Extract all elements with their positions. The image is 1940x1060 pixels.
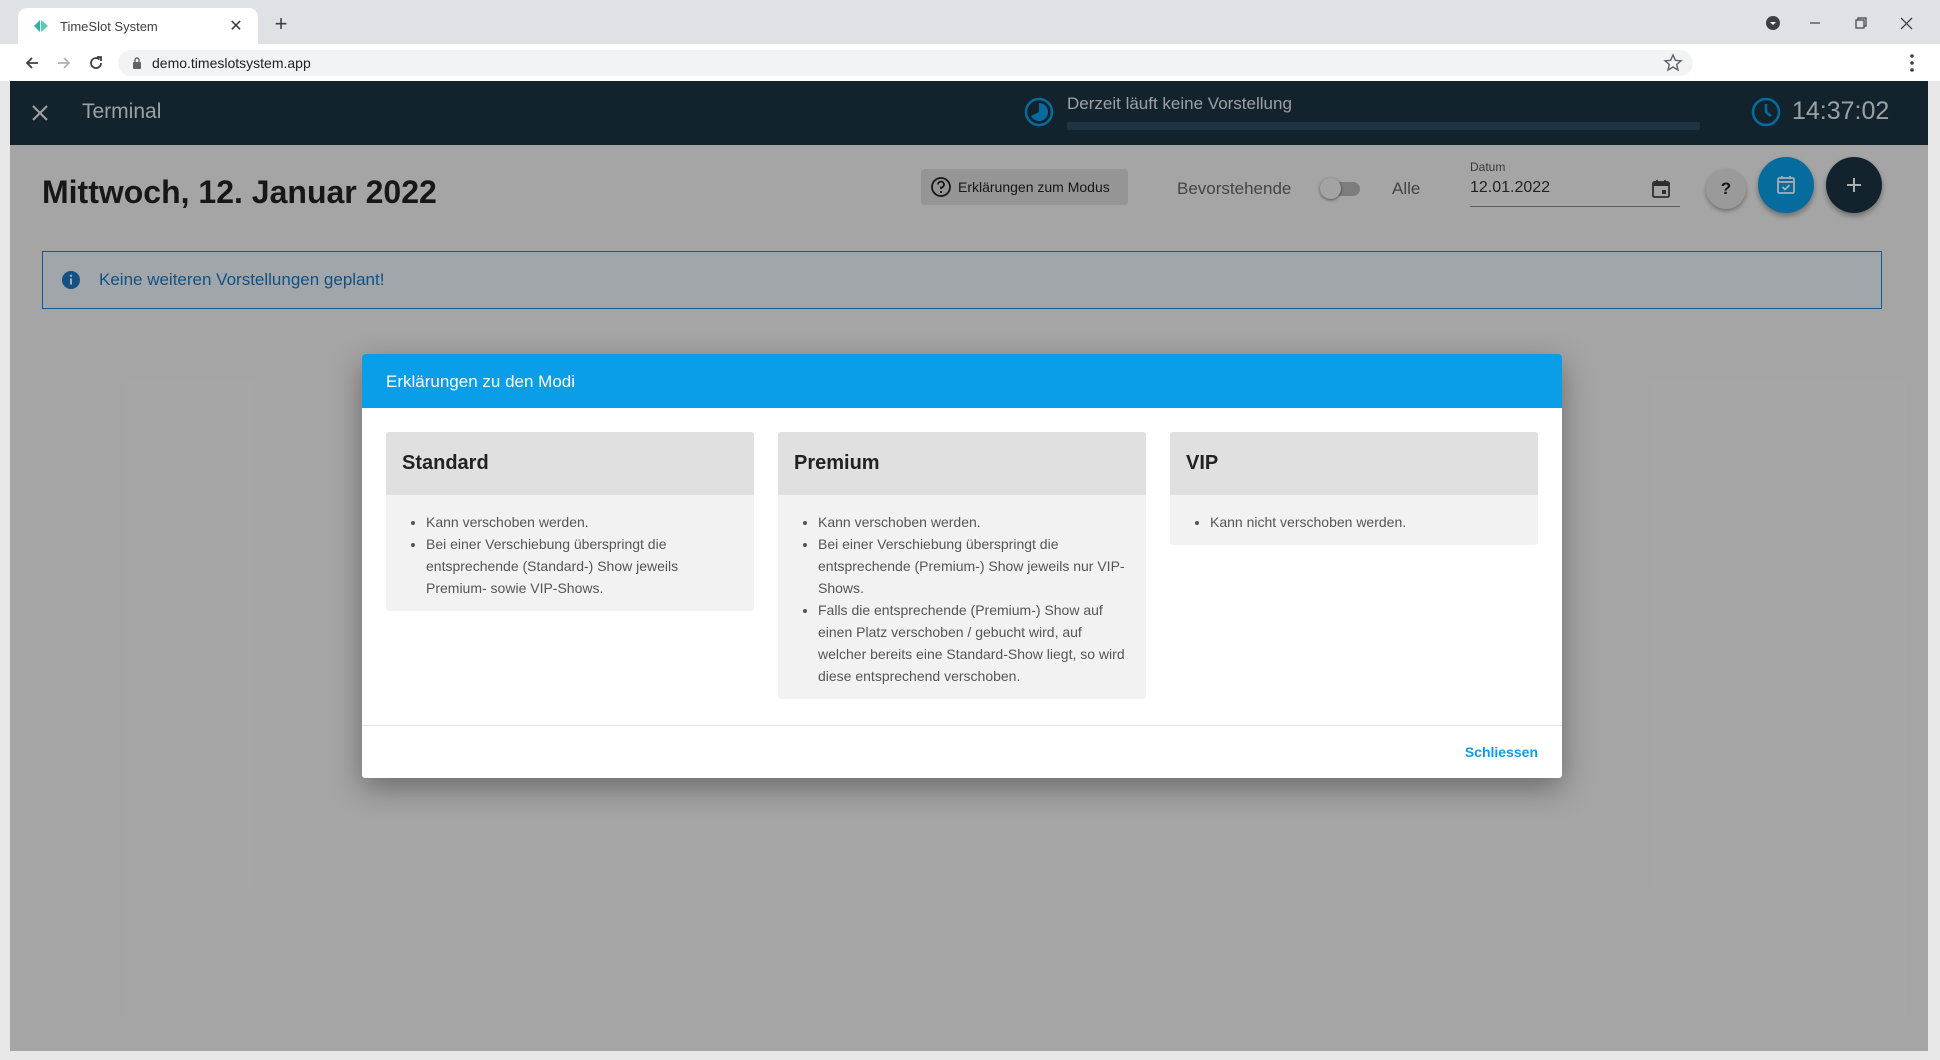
new-tab-icon[interactable]: +	[270, 13, 292, 35]
reload-icon[interactable]	[84, 51, 108, 75]
url-text: demo.timeslotsystem.app	[152, 55, 311, 71]
list-item: Falls die entsprechende (Premium-) Show …	[818, 599, 1126, 687]
close-dialog-button[interactable]: Schliessen	[1465, 744, 1538, 760]
timeslot-logo-icon	[34, 20, 48, 32]
forward-icon[interactable]	[52, 51, 76, 75]
browser-toolbar: demo.timeslotsystem.app	[0, 44, 1940, 81]
mode-card-standard: Standard Kann verschoben werden. Bei ein…	[386, 432, 754, 611]
minimize-icon[interactable]	[1795, 10, 1835, 36]
list-item: Bei einer Verschiebung überspringt die e…	[818, 533, 1126, 599]
browser-menu-icon[interactable]	[1900, 51, 1924, 75]
list-item: Kann verschoben werden.	[426, 511, 734, 533]
tab-close-icon[interactable]: ✕	[226, 16, 246, 36]
address-bar[interactable]: demo.timeslotsystem.app	[118, 50, 1693, 76]
back-icon[interactable]	[20, 51, 44, 75]
lock-icon	[133, 57, 141, 69]
app-window: Terminal Derzeit läuft keine Vorstellung…	[10, 81, 1928, 1051]
profile-dropdown-icon[interactable]	[1753, 10, 1793, 36]
list-item: Kann verschoben werden.	[818, 511, 1126, 533]
mode-card-title: Standard	[386, 432, 754, 495]
mode-cards: Standard Kann verschoben werden. Bei ein…	[386, 432, 1538, 699]
mode-card-list: Kann nicht verschoben werden.	[1190, 511, 1518, 533]
modes-dialog: Erklärungen zu den Modi Standard Kann ve…	[362, 354, 1562, 778]
browser-tab[interactable]: TimeSlot System ✕	[18, 8, 258, 44]
list-item: Kann nicht verschoben werden.	[1210, 511, 1518, 533]
dialog-title: Erklärungen zu den Modi	[362, 354, 1562, 408]
window-close-icon[interactable]	[1886, 10, 1926, 36]
mode-card-premium: Premium Kann verschoben werden. Bei eine…	[778, 432, 1146, 699]
mode-card-title: VIP	[1170, 432, 1538, 495]
browser-tab-title: TimeSlot System	[60, 18, 158, 34]
mode-card-list: Kann verschoben werden. Bei einer Versch…	[406, 511, 734, 599]
mode-card-vip: VIP Kann nicht verschoben werden.	[1170, 432, 1538, 545]
browser-tab-strip: TimeSlot System ✕ +	[0, 0, 1940, 44]
mode-card-title: Premium	[778, 432, 1146, 495]
mode-card-list: Kann verschoben werden. Bei einer Versch…	[798, 511, 1126, 687]
bookmark-star-icon[interactable]	[1663, 53, 1683, 73]
list-item: Bei einer Verschiebung überspringt die e…	[426, 533, 734, 599]
dialog-divider	[362, 725, 1562, 726]
restore-icon[interactable]	[1841, 10, 1881, 36]
